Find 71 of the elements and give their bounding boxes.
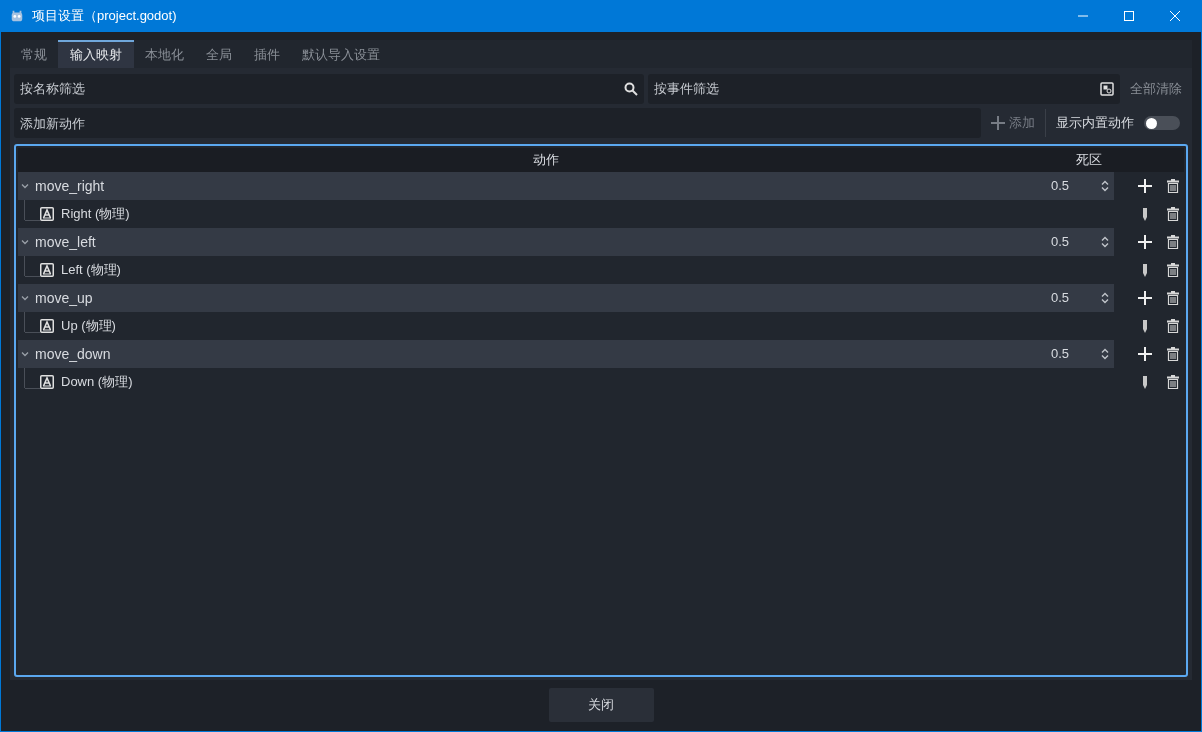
event-label: Left (物理) <box>61 261 121 280</box>
event-label: Down (物理) <box>61 373 133 392</box>
column-header: 动作 <box>532 151 560 170</box>
close-icon[interactable] <box>1170 11 1180 21</box>
add-button[interactable]: 添加 <box>985 113 1041 133</box>
deadzone-value[interactable]: 0.5 <box>1051 176 1101 196</box>
search-icon <box>624 82 638 96</box>
event-row[interactable]: Left (物理) <box>40 256 1114 284</box>
plus-icon[interactable] <box>1138 235 1152 249</box>
keyboard-icon[interactable] <box>1100 82 1114 96</box>
trash-icon[interactable] <box>1166 235 1180 249</box>
deadzone-value[interactable]: 0.5 <box>1051 232 1101 252</box>
trash-icon[interactable] <box>1166 207 1180 221</box>
action-row[interactable]: move_right 0.5 <box>18 172 1114 200</box>
maximize-icon[interactable] <box>1124 11 1134 21</box>
spinner-icon[interactable] <box>1101 292 1109 304</box>
action-name: move_down <box>35 344 112 364</box>
caret-icon[interactable] <box>21 350 29 358</box>
caret-icon[interactable] <box>21 294 29 302</box>
trash-icon[interactable] <box>1166 319 1180 333</box>
action-name: move_up <box>35 288 94 308</box>
deadzone-value[interactable]: 0.5 <box>1051 344 1101 364</box>
key-icon <box>40 263 54 277</box>
pencil-icon[interactable] <box>1142 207 1148 221</box>
deadzone-value[interactable]: 0.5 <box>1051 288 1101 308</box>
action-row[interactable]: move_left 0.5 <box>18 228 1114 256</box>
event-filter-field[interactable]: 按事件筛选 <box>648 74 1120 104</box>
action-row[interactable]: move_up 0.5 <box>18 284 1114 312</box>
tab[interactable]: 全局 <box>195 40 243 68</box>
spinner-icon[interactable] <box>1101 236 1109 248</box>
event-label: Right (物理) <box>61 205 130 224</box>
pencil-icon[interactable] <box>1142 263 1148 277</box>
caret-icon[interactable] <box>21 182 29 190</box>
key-icon <box>40 375 54 389</box>
spinner-icon[interactable] <box>1101 180 1109 192</box>
tab[interactable]: 默认导入设置 <box>291 40 391 68</box>
plus-icon <box>991 116 1005 130</box>
plus-icon[interactable] <box>1138 347 1152 361</box>
tab[interactable]: 常规 <box>10 40 58 68</box>
new-action-field[interactable]: 添加新动作 <box>14 108 981 138</box>
show-builtin-label: 显示内置动作 <box>1056 114 1134 133</box>
trash-icon[interactable] <box>1166 291 1180 305</box>
key-icon <box>40 207 54 221</box>
clear-all-button[interactable]: 全部清除 <box>1124 74 1188 104</box>
tab[interactable]: 插件 <box>243 40 291 68</box>
action-row[interactable]: move_down 0.5 <box>18 340 1114 368</box>
column-header: 死区 <box>1075 151 1103 170</box>
trash-icon[interactable] <box>1166 375 1180 389</box>
action-name: move_left <box>35 232 97 252</box>
window-title: 项目设置（project.godot) <box>32 7 177 26</box>
key-icon <box>40 319 54 333</box>
trash-icon[interactable] <box>1166 179 1180 193</box>
event-row[interactable]: Down (物理) <box>40 368 1114 396</box>
spinner-icon[interactable] <box>1101 348 1109 360</box>
tab[interactable]: 输入映射 <box>58 40 134 68</box>
pencil-icon[interactable] <box>1142 375 1148 389</box>
caret-icon[interactable] <box>21 238 29 246</box>
name-filter-field[interactable]: 按名称筛选 <box>14 74 644 104</box>
event-label: Up (物理) <box>61 317 116 336</box>
plus-icon[interactable] <box>1138 179 1152 193</box>
close-button[interactable]: 关闭 <box>548 688 654 722</box>
action-name: move_right <box>35 176 106 196</box>
event-row[interactable]: Up (物理) <box>40 312 1114 340</box>
plus-icon[interactable] <box>1138 291 1152 305</box>
trash-icon[interactable] <box>1166 347 1180 361</box>
show-builtin-toggle[interactable] <box>1144 116 1180 130</box>
pencil-icon[interactable] <box>1142 319 1148 333</box>
app-icon <box>10 9 24 23</box>
event-row[interactable]: Right (物理) <box>40 200 1114 228</box>
trash-icon[interactable] <box>1166 263 1180 277</box>
tab[interactable]: 本地化 <box>134 40 195 68</box>
